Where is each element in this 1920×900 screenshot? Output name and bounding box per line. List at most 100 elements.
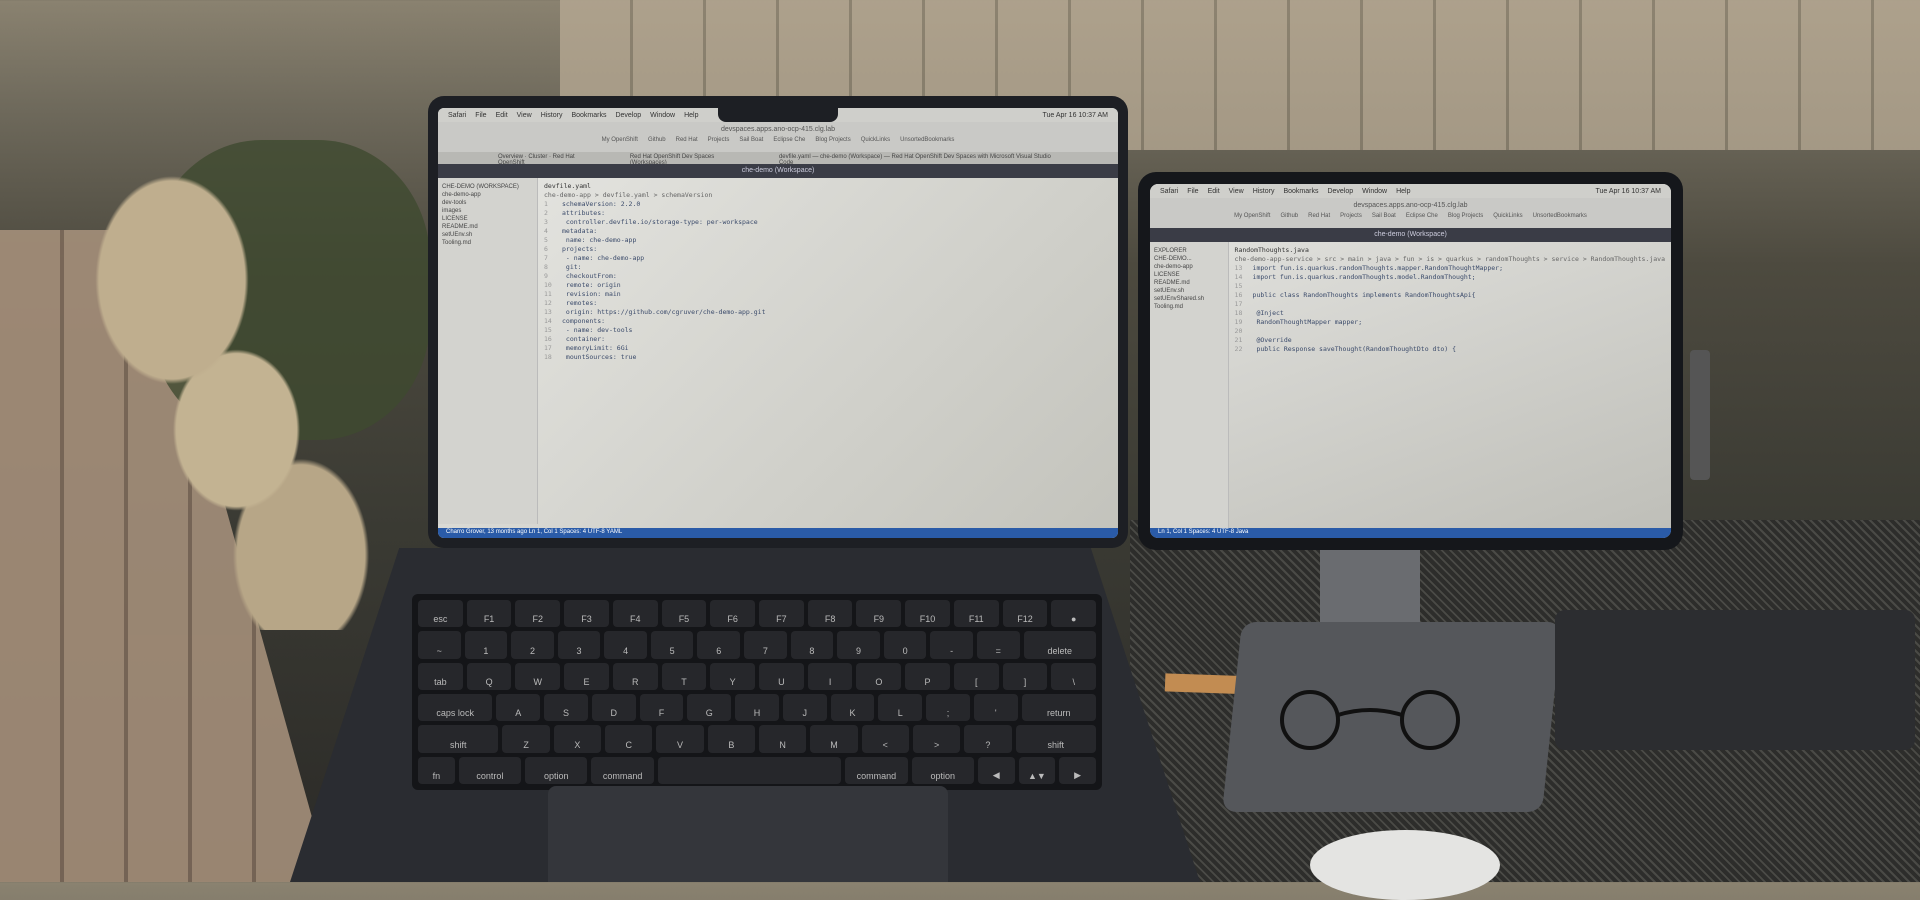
key[interactable]: Q xyxy=(466,662,512,690)
key[interactable]: L xyxy=(878,693,923,722)
key[interactable]: 8 xyxy=(790,631,834,659)
key[interactable]: O xyxy=(856,662,902,690)
bookmark-folder[interactable]: Github xyxy=(1280,213,1298,219)
key[interactable]: E xyxy=(564,662,609,690)
menu-item[interactable]: Edit xyxy=(496,112,508,119)
bookmark-folder[interactable]: Eclipse Che xyxy=(1406,213,1438,219)
key[interactable]: ; xyxy=(926,693,970,722)
key[interactable]: F10 xyxy=(905,600,950,628)
key[interactable]: F xyxy=(639,693,684,722)
key[interactable]: F9 xyxy=(856,600,902,628)
browser-tab[interactable]: Overview · Cluster · Red Hat OpenShift xyxy=(498,154,600,166)
bookmark-folder[interactable]: Projects xyxy=(708,137,730,143)
key[interactable]: A xyxy=(496,693,541,722)
key[interactable]: U xyxy=(759,662,804,690)
menu-item[interactable]: Bookmarks xyxy=(1283,188,1318,195)
bookmark-folder[interactable]: Red Hat xyxy=(676,137,698,143)
key[interactable]: Z xyxy=(502,725,550,753)
key[interactable]: \ xyxy=(1051,662,1097,690)
key[interactable]: F8 xyxy=(807,600,853,628)
code-editor[interactable]: devfile.yaml che-demo-app > devfile.yaml… xyxy=(538,178,1118,524)
menu-item[interactable]: File xyxy=(475,112,486,119)
key[interactable]: 1 xyxy=(464,631,508,659)
key[interactable]: 2 xyxy=(511,631,554,659)
menu-item[interactable]: Window xyxy=(650,112,675,119)
key[interactable]: F3 xyxy=(564,600,609,628)
key[interactable]: F11 xyxy=(953,600,999,628)
key[interactable]: command xyxy=(845,756,908,784)
bookmark-folder[interactable]: QuickLinks xyxy=(1493,213,1522,219)
key[interactable]: ' xyxy=(973,693,1018,722)
explorer-item[interactable]: LICENSE xyxy=(1154,272,1224,278)
key[interactable]: = xyxy=(976,631,1020,659)
key[interactable]: < xyxy=(861,725,909,753)
bookmark-folder[interactable]: QuickLinks xyxy=(861,137,890,143)
menu-item[interactable]: Bookmarks xyxy=(571,112,606,119)
key[interactable]: 6 xyxy=(697,631,741,659)
explorer-item[interactable]: Tooling.md xyxy=(442,240,533,246)
key[interactable]: 5 xyxy=(650,631,694,659)
key[interactable]: F2 xyxy=(515,600,561,628)
key[interactable]: G xyxy=(687,693,732,722)
key[interactable]: F1 xyxy=(466,600,512,628)
explorer-item[interactable]: README.md xyxy=(1154,280,1224,286)
key[interactable]: V xyxy=(656,725,704,753)
key[interactable]: option xyxy=(525,756,588,784)
key[interactable]: 7 xyxy=(744,631,787,659)
key[interactable]: P xyxy=(905,662,950,690)
key[interactable]: T xyxy=(661,662,707,690)
key[interactable]: F6 xyxy=(710,600,756,628)
key[interactable]: 0 xyxy=(883,631,927,659)
key[interactable]: C xyxy=(605,725,653,753)
key[interactable]: R xyxy=(612,662,658,690)
key[interactable]: ● xyxy=(1051,600,1097,628)
menu-item[interactable]: File xyxy=(1187,188,1198,195)
key[interactable]: shift xyxy=(418,725,499,753)
menu-item[interactable]: Safari xyxy=(1160,188,1178,195)
menu-item[interactable]: Help xyxy=(1396,188,1410,195)
key[interactable]: F7 xyxy=(759,600,804,628)
explorer-item[interactable]: che-demo-app xyxy=(442,192,533,198)
key[interactable]: 4 xyxy=(604,631,647,659)
explorer-item[interactable]: LICENSE xyxy=(442,216,533,222)
bookmark-folder[interactable]: My OpenShift xyxy=(1234,213,1270,219)
menu-item[interactable]: Window xyxy=(1362,188,1387,195)
key[interactable]: D xyxy=(591,693,636,722)
menu-item[interactable]: Safari xyxy=(448,112,466,119)
key[interactable]: F5 xyxy=(661,600,707,628)
key[interactable]: I xyxy=(807,662,853,690)
bookmark-folder[interactable]: UnsortedBookmarks xyxy=(900,137,954,143)
browser-tab[interactable]: devfile.yaml — che-demo (Workspace) — Re… xyxy=(779,154,1058,166)
explorer-item[interactable]: CHE-DEMO... xyxy=(1154,256,1224,262)
key[interactable]: ] xyxy=(1002,662,1048,690)
menu-item[interactable]: Develop xyxy=(615,112,641,119)
menu-item[interactable]: View xyxy=(1229,188,1244,195)
trackpad[interactable] xyxy=(548,786,948,882)
menu-item[interactable]: History xyxy=(541,112,563,119)
bookmark-folder[interactable]: Sail Boat xyxy=(739,137,763,143)
key[interactable]: S xyxy=(544,693,588,722)
code-editor[interactable]: RandomThoughts.java che-demo-app-service… xyxy=(1229,242,1671,528)
key[interactable]: - xyxy=(930,631,973,659)
key[interactable]: F4 xyxy=(612,600,658,628)
key[interactable]: return xyxy=(1021,693,1096,722)
key[interactable]: [ xyxy=(953,662,999,690)
key[interactable]: F12 xyxy=(1002,600,1048,628)
key[interactable]: command xyxy=(591,756,654,784)
explorer-item[interactable]: setUEnv.sh xyxy=(442,232,533,238)
browser-tab[interactable]: Red Hat OpenShift Dev Spaces (Workspaces… xyxy=(630,154,749,166)
bookmark-folder[interactable]: Red Hat xyxy=(1308,213,1330,219)
editor-tab[interactable]: RandomThoughts.java xyxy=(1235,246,1665,255)
key[interactable]: J xyxy=(782,693,827,722)
explorer-item[interactable]: dev-tools xyxy=(442,200,533,206)
menu-item[interactable]: View xyxy=(517,112,532,119)
bookmark-folder[interactable]: Eclipse Che xyxy=(773,137,805,143)
key[interactable]: control xyxy=(458,756,522,784)
key[interactable]: 9 xyxy=(837,631,880,659)
key[interactable]: X xyxy=(553,725,602,753)
key[interactable]: W xyxy=(515,662,561,690)
key[interactable]: tab xyxy=(418,662,463,690)
key[interactable]: K xyxy=(830,693,875,722)
key[interactable]: fn xyxy=(418,756,455,784)
explorer-item[interactable]: setUEnvShared.sh xyxy=(1154,296,1224,302)
